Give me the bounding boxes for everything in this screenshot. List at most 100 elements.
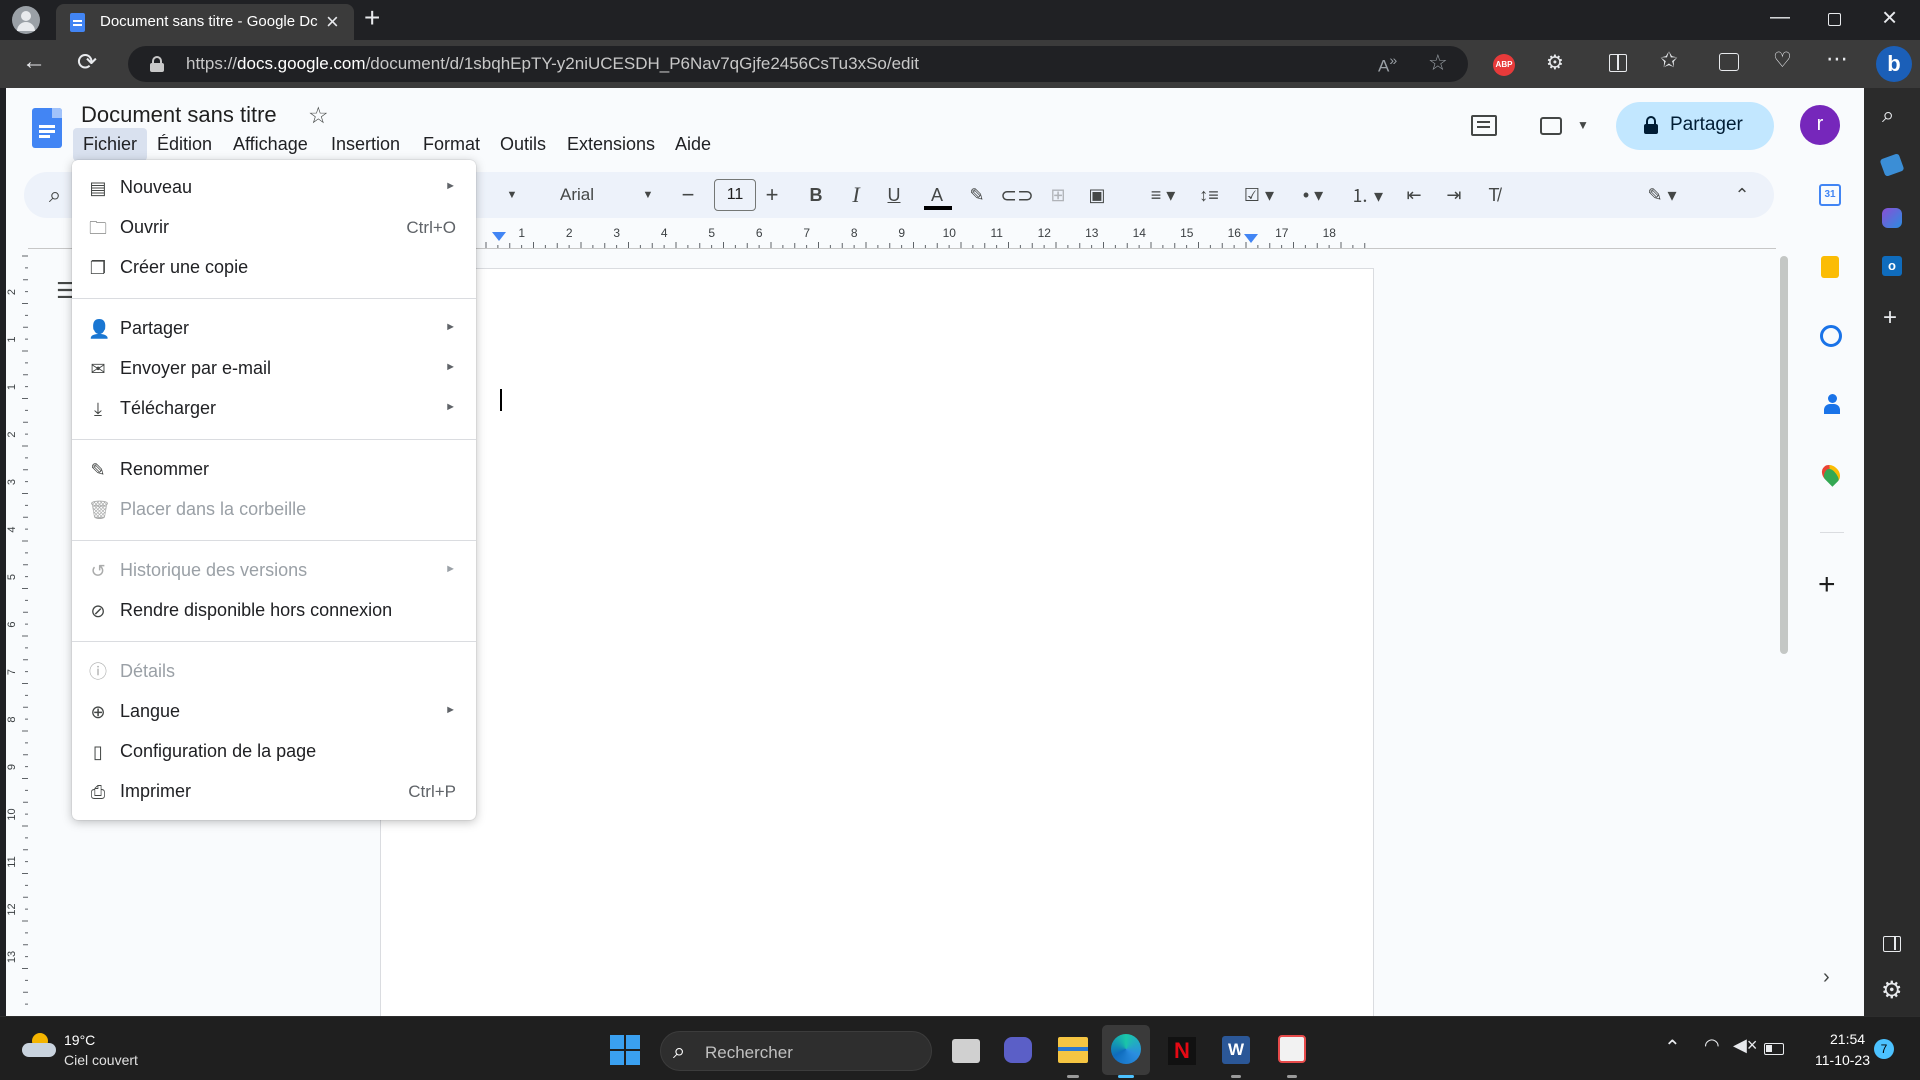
bing-copilot-icon[interactable]: b [1876,46,1912,82]
back-icon[interactable]: ← [22,48,46,76]
calendar-icon[interactable]: 31 [1819,184,1841,206]
insert-image-icon[interactable]: ▣ [1086,172,1108,218]
bulleted-list-icon[interactable]: • ▾ [1292,172,1334,218]
increase-font-icon[interactable]: + [762,172,782,218]
font-dropdown-icon[interactable]: ▼ [640,172,656,218]
edge-taskbar-button[interactable] [1102,1025,1150,1075]
clock-date[interactable]: 11-10-23 [1815,1052,1870,1068]
file-menu-item[interactable]: 🗀 Ouvrir Ctrl+O [72,208,476,248]
volume-muted-icon[interactable]: ◀× [1733,1035,1757,1056]
more-menu-icon[interactable]: ⋯ [1826,46,1848,72]
highlight-icon[interactable]: ✎ [966,172,988,218]
word-icon[interactable]: W [1222,1036,1250,1064]
snipping-tool-icon[interactable] [1278,1035,1306,1063]
account-avatar[interactable]: r [1800,105,1840,145]
file-menu-item[interactable]: 👤 Partager ► [72,309,476,349]
left-indent-marker[interactable] [492,232,506,241]
italic-icon[interactable]: I [846,172,866,218]
favorites-icon[interactable]: ✩ [1660,48,1678,73]
font-name[interactable]: Arial [560,172,620,218]
profile-avatar-icon[interactable] [12,6,40,34]
add-sidebar-app-icon[interactable]: + [1883,304,1897,332]
keep-icon[interactable] [1821,256,1839,278]
show-hidden-icons[interactable]: ⌃ [1664,1035,1681,1060]
file-menu-item[interactable]: ❐ Créer une copie [72,248,476,288]
menu-fichier[interactable]: Fichier [73,128,148,161]
favorite-star-icon[interactable]: ☆ [1428,50,1448,76]
copilot-icon[interactable] [1882,208,1902,228]
increase-indent-icon[interactable]: ⇥ [1442,172,1466,218]
menu-extensions[interactable]: Extensions [567,134,655,155]
battery-icon[interactable] [1764,1043,1784,1055]
outlook-icon[interactable]: o [1882,256,1902,276]
search-menus-icon[interactable]: ⌕ [42,172,68,218]
clock-time[interactable]: 21:54 [1830,1031,1865,1047]
star-icon[interactable]: ☆ [308,102,329,129]
collapse-toolbar-icon[interactable]: ⌃ [1732,172,1752,218]
collections-icon[interactable] [1719,53,1739,71]
menu-aide[interactable]: Aide [675,134,711,155]
file-menu-item[interactable]: ✉ Envoyer par e-mail ► [72,349,476,389]
menu-format[interactable]: Format [423,134,480,155]
menu-outils[interactable]: Outils [500,134,546,155]
file-menu-item[interactable]: ▤ Nouveau ► [72,168,476,208]
text-color-icon[interactable]: A [924,172,950,218]
document-scrollbar[interactable] [1780,256,1788,654]
extensions-icon[interactable]: ⚙ [1546,50,1564,75]
file-menu-item[interactable]: ⤓ Télécharger ► [72,389,476,429]
weather-icon[interactable] [22,1033,56,1059]
shopping-icon[interactable] [1879,153,1905,177]
meet-icon[interactable] [1540,117,1562,135]
netflix-icon[interactable]: N [1168,1037,1196,1065]
font-size-input[interactable]: 11 [714,179,756,211]
insert-link-icon[interactable]: ⊂⊃ [1000,172,1034,218]
file-menu-item[interactable]: ⊘ Rendre disponible hors connexion [72,591,476,631]
numbered-list-icon[interactable]: ⒈ ▾ [1346,172,1388,218]
tab-close-icon[interactable]: × [326,9,339,35]
notification-badge[interactable]: 7 [1874,1039,1894,1059]
contacts-icon[interactable] [1824,394,1840,416]
file-menu-item[interactable]: ✎ Renommer [72,450,476,490]
split-screen-icon[interactable] [1609,54,1627,72]
tasks-icon[interactable] [1820,325,1842,347]
minimize-icon[interactable]: — [1770,6,1790,29]
show-side-panel-icon[interactable]: › [1823,966,1830,989]
meet-dropdown-icon[interactable]: ▼ [1577,118,1589,132]
get-addons-icon[interactable]: + [1818,568,1836,602]
read-aloud-icon[interactable]: A» [1378,53,1397,77]
browser-essentials-icon[interactable]: ♡ [1773,48,1792,73]
window-close-icon[interactable]: × [1882,2,1897,33]
share-button[interactable]: Partager [1616,102,1774,150]
bold-icon[interactable]: B [806,172,826,218]
teams-chat-icon[interactable] [1004,1037,1032,1063]
adblock-extension-icon[interactable]: ABP [1493,54,1515,76]
decrease-font-icon[interactable]: − [678,172,698,218]
clear-formatting-icon[interactable]: T̸ [1482,172,1506,218]
file-menu-item[interactable]: ▯ Configuration de la page [72,732,476,772]
sidebar-layout-icon[interactable] [1883,936,1901,952]
file-menu-item[interactable]: ⊕ Langue ► [72,692,476,732]
style-dropdown-icon[interactable]: ▼ [504,172,520,218]
editing-mode-icon[interactable]: ✎ ▾ [1640,172,1684,218]
menu-affichage[interactable]: Affichage [233,134,308,155]
browser-tab-active[interactable]: Document sans titre - Google Dc × [56,4,354,40]
lock-icon[interactable] [150,56,164,72]
menu-edition[interactable]: Édition [157,134,212,155]
comments-icon[interactable] [1471,115,1497,136]
add-comment-icon[interactable]: ⊞ [1046,172,1070,218]
decrease-indent-icon[interactable]: ⇤ [1402,172,1426,218]
line-spacing-icon[interactable]: ↕≡ [1196,172,1222,218]
taskbar-search[interactable]: ⌕ Rechercher [660,1031,932,1071]
reload-icon[interactable]: ⟳ [77,48,97,77]
docs-logo-icon[interactable] [32,108,62,148]
document-page[interactable] [380,268,1374,1018]
menu-insertion[interactable]: Insertion [331,134,400,155]
file-explorer-icon[interactable] [1058,1037,1088,1063]
underline-icon[interactable]: U [884,172,904,218]
task-view-icon[interactable] [952,1039,980,1063]
checklist-icon[interactable]: ☑ ▾ [1238,172,1280,218]
new-tab-icon[interactable]: + [364,2,380,34]
search-icon[interactable]: ⌕ [1882,102,1894,128]
file-menu-item[interactable]: ⎙ Imprimer Ctrl+P [72,772,476,812]
align-icon[interactable]: ≡ ▾ [1144,172,1182,218]
